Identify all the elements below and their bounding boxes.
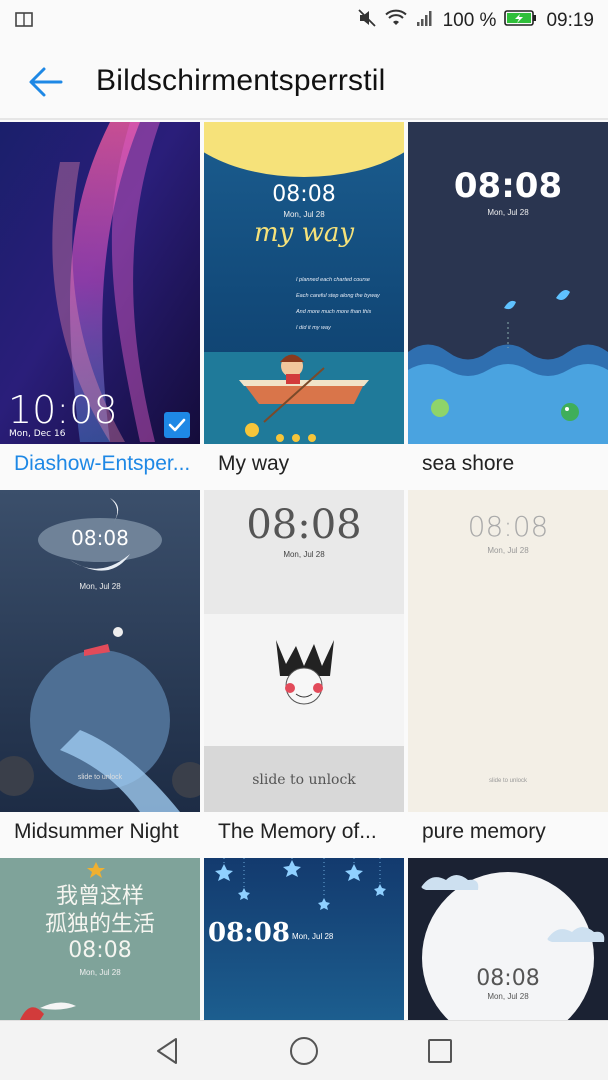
lock-date: Mon, Jul 28 xyxy=(79,968,121,977)
style-caption: Diashow-Entsper... xyxy=(14,452,191,475)
style-caption: My way xyxy=(218,452,290,475)
style-thumbnail: 10:08 Mon, Dec 16 xyxy=(0,122,200,444)
lock-time: 08:08 xyxy=(246,502,362,548)
square-recents-icon xyxy=(428,1039,452,1063)
lock-date: Mon, Jul 28 xyxy=(292,932,334,941)
arrow-left-icon xyxy=(29,67,63,97)
style-thumbnail: 08:08 Mon, Jul 28 xyxy=(204,858,404,1020)
style-caption: Midsummer Night xyxy=(14,820,179,843)
signal-icon xyxy=(415,9,435,33)
nav-back-button[interactable] xyxy=(150,1033,186,1069)
header-divider xyxy=(0,118,608,120)
style-thumbnail: 08:08 Mon, Jul 28 slide to unlock xyxy=(204,490,404,812)
lock-date: Mon, Jul 28 xyxy=(487,208,529,217)
lyric-line: And more much more than this xyxy=(296,309,372,315)
lock-time: 10:08 xyxy=(8,388,118,432)
style-thumbnail: 08:08 Mon, Jul 28 my way I planned each … xyxy=(204,122,404,444)
status-bar: 100 % 09:19 xyxy=(0,0,608,40)
lock-time: 08:08 xyxy=(71,526,129,550)
notification-icon xyxy=(14,10,36,35)
lock-time: 08:08 xyxy=(208,918,290,948)
unlock-hint: slide to unlock xyxy=(77,774,123,781)
style-tile-sea-shore[interactable]: 08:08 Mon, Jul 28 sea shore xyxy=(408,122,608,488)
nav-home-button[interactable] xyxy=(286,1033,322,1069)
navigation-bar xyxy=(0,1020,608,1080)
lock-time: 08:08 xyxy=(272,182,336,207)
style-caption: pure memory xyxy=(422,820,546,843)
app-header: Bildschirmentsperrstil xyxy=(0,40,608,120)
style-thumbnail: 08:08 Mon, Jul 28 xyxy=(408,122,608,444)
clock: 09:19 xyxy=(546,10,594,31)
circle-home-icon xyxy=(290,1037,318,1065)
lock-date: Mon, Dec 16 xyxy=(9,429,66,439)
headline: my way xyxy=(253,218,355,248)
unlock-hint: slide to unlock xyxy=(252,772,356,788)
lyric-line: I planned each charted course xyxy=(296,277,370,283)
headline-line-2: 孤独的生活 xyxy=(44,912,155,937)
triangle-back-icon xyxy=(157,1038,177,1064)
lock-time: 08:08 xyxy=(467,510,549,543)
style-caption: sea shore xyxy=(422,452,515,475)
style-thumbnail: 我曾这样 孤独的生活 08:08 Mon, Jul 28 xyxy=(0,858,200,1020)
style-thumbnail: 08:08 Mon, Jul 28 xyxy=(408,858,608,1020)
style-tile-pure-memory[interactable]: 08:08 Mon, Jul 28 slide to unlock pure m… xyxy=(408,490,608,856)
style-tile-my-way[interactable]: 08:08 Mon, Jul 28 my way I planned each … xyxy=(204,122,404,488)
lock-date: Mon, Jul 28 xyxy=(283,550,325,559)
style-tile-midsummer-night[interactable]: 08:08 Mon, Jul 28 slide to unlock Midsum… xyxy=(0,490,200,856)
style-tile-moon[interactable]: 08:08 Mon, Jul 28 xyxy=(408,858,608,1020)
battery-icon xyxy=(504,9,538,33)
lock-date: Mon, Jul 28 xyxy=(79,582,121,591)
lock-time: 08:08 xyxy=(453,166,563,206)
nav-recents-button[interactable] xyxy=(422,1033,458,1069)
style-thumbnail: 08:08 Mon, Jul 28 slide to unlock xyxy=(408,490,608,812)
style-caption: The Memory of... xyxy=(218,820,377,843)
back-button[interactable] xyxy=(24,60,68,104)
mute-icon xyxy=(357,8,377,34)
style-tile-chinese-text[interactable]: 我曾这样 孤独的生活 08:08 Mon, Jul 28 xyxy=(0,858,200,1020)
lock-time: 08:08 xyxy=(68,938,132,963)
lock-date: Mon, Jul 28 xyxy=(487,992,529,1001)
battery-percent: 100 % xyxy=(442,10,497,31)
style-grid: 10:08 Mon, Dec 16 Diashow-Entsper... 08:… xyxy=(0,122,608,1020)
lyric-line: I did it my way xyxy=(296,325,331,331)
style-thumbnail: 08:08 Mon, Jul 28 slide to unlock xyxy=(0,490,200,812)
unlock-hint: slide to unlock xyxy=(488,778,528,784)
wifi-icon xyxy=(384,9,407,33)
lyric-line: Each careful step along the byway xyxy=(296,293,380,299)
style-tile-memory-of[interactable]: 08:08 Mon, Jul 28 slide to unlock The Me… xyxy=(204,490,404,856)
lock-date: Mon, Jul 28 xyxy=(487,546,529,555)
style-tile-starry-night[interactable]: 08:08 Mon, Jul 28 xyxy=(204,858,404,1020)
lock-time: 08:08 xyxy=(476,966,540,991)
selected-checkmark-icon xyxy=(164,412,190,438)
style-tile-diashow[interactable]: 10:08 Mon, Dec 16 Diashow-Entsper... xyxy=(0,122,200,488)
page-title: Bildschirmentsperrstil xyxy=(96,64,386,97)
